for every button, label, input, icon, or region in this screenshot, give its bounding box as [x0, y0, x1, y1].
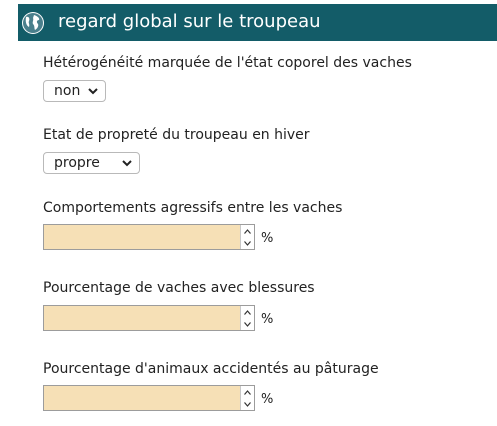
section-header: regard global sur le troupeau: [18, 4, 497, 41]
number-input-field[interactable]: [43, 305, 255, 331]
number-input-comportements[interactable]: [43, 224, 255, 250]
field-label-accidentes: Pourcentage d'animaux accidentés au pâtu…: [43, 361, 379, 377]
field-label-comportements: Comportements agressifs entre les vaches: [43, 200, 343, 216]
select-heterogeneite[interactable]: non: [43, 80, 106, 102]
spinner[interactable]: [240, 386, 254, 410]
unit-label: %: [261, 231, 274, 246]
spinner-up-icon[interactable]: [241, 225, 254, 237]
field-label-blessures: Pourcentage de vaches avec blessures: [43, 280, 315, 296]
unit-label: %: [261, 392, 274, 407]
spinner-up-icon[interactable]: [241, 386, 254, 398]
unit-label: %: [261, 312, 274, 327]
select-value: propre: [54, 155, 100, 171]
number-input-accidentes[interactable]: [43, 385, 255, 411]
number-input-blessures[interactable]: [43, 305, 255, 331]
spinner[interactable]: [240, 306, 254, 330]
select-value: non: [54, 83, 81, 99]
spinner-up-icon[interactable]: [241, 306, 254, 318]
section-title: regard global sur le troupeau: [58, 11, 321, 32]
spinner-down-icon[interactable]: [241, 237, 254, 249]
spinner[interactable]: [240, 225, 254, 249]
number-input-field[interactable]: [43, 224, 255, 250]
field-label-proprete: Etat de propreté du troupeau en hiver: [43, 127, 310, 143]
spinner-down-icon[interactable]: [241, 318, 254, 330]
select-proprete[interactable]: propre: [43, 152, 140, 174]
field-label-heterogeneite: Hétérogénéité marquée de l'état coporel …: [43, 55, 412, 71]
spinner-down-icon[interactable]: [241, 398, 254, 410]
globe-icon: [22, 12, 44, 34]
chevron-down-icon: [122, 160, 132, 167]
number-input-field[interactable]: [43, 385, 255, 411]
chevron-down-icon: [88, 88, 98, 95]
